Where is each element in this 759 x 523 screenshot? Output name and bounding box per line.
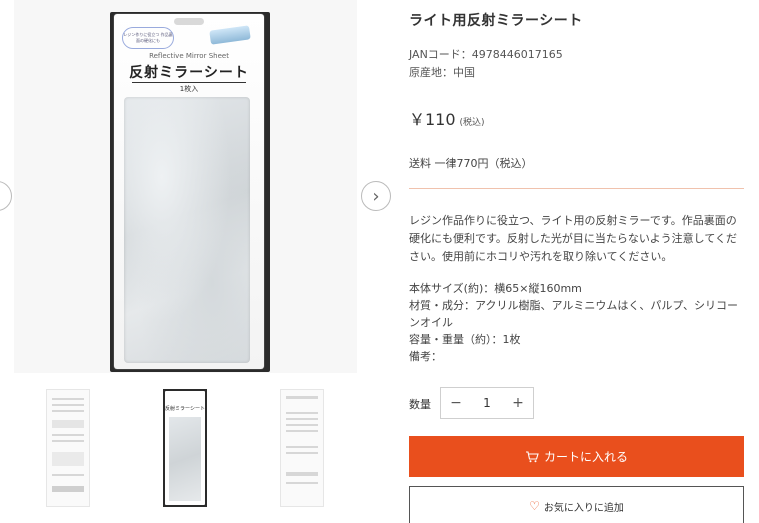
chevron-left-icon: ‹ — [0, 186, 1, 207]
section-divider — [409, 188, 744, 189]
package-title: 反射ミラーシート — [129, 65, 249, 81]
add-to-favorites-button[interactable]: ♡ お気に入りに追加 — [409, 486, 744, 523]
thumbnail-back[interactable] — [14, 385, 122, 510]
add-to-cart-label: カートに入れる — [543, 450, 628, 464]
thumbnail-back-image — [46, 388, 90, 507]
shipping-fee: 送料 一律770円（税込） — [409, 157, 533, 170]
quantity-value[interactable]: 1 — [471, 396, 503, 410]
product-price: ￥110 (税込) — [409, 106, 485, 130]
add-to-cart-button[interactable]: カートに入れる — [409, 436, 744, 477]
thumbnail-strip: 反射ミラーシート — [14, 385, 357, 510]
spec-material: 材質・成分：アクリル樹脂、アルミニウムはく、パルプ、シリコーンオイル — [409, 299, 739, 329]
thumbnail-front-image: 反射ミラーシート — [163, 388, 207, 507]
thumbnail-instructions[interactable] — [248, 385, 356, 510]
resin-tube-illustration — [209, 25, 251, 45]
country-of-origin: 原産地：中国 — [409, 66, 475, 79]
price-value: ￥110 — [409, 110, 456, 129]
thumbnail-front-title: 反射ミラーシート — [165, 405, 205, 412]
quantity-stepper: − 1 + — [440, 387, 534, 419]
spec-capacity: 容量・重量（約）：1枚 — [409, 333, 521, 346]
product-page: レジン作りに役立つ 作品裏面の硬化にも Reflective Mirror Sh… — [0, 0, 759, 523]
jan-code: JANコード：4978446017165 — [409, 48, 563, 61]
thumbnail-front[interactable]: 反射ミラーシート — [131, 385, 239, 510]
chevron-right-icon: › — [372, 185, 380, 207]
spec-size: 本体サイズ(約)：横65×縦160mm — [409, 282, 582, 295]
package: レジン作りに役立つ 作品裏面の硬化にも Reflective Mirror Sh… — [114, 14, 264, 369]
product-description: レジン作品作りに役立つ、ライト用の反射ミラーです。作品裏面の硬化にも便利です。反… — [409, 214, 738, 263]
mirror-sheet — [124, 97, 250, 363]
heart-icon: ♡ — [529, 499, 540, 513]
package-note: レジン作りに役立つ 作品裏面の硬化にも — [122, 27, 174, 49]
main-product-image: レジン作りに役立つ 作品裏面の硬化にも Reflective Mirror Sh… — [14, 0, 357, 373]
next-image-button[interactable]: › — [361, 181, 391, 211]
package-rule — [132, 82, 246, 83]
hang-hole — [174, 18, 204, 25]
quantity-decrease-button[interactable]: − — [441, 395, 471, 411]
price-tax-note: (税込) — [459, 118, 485, 128]
add-to-favorites-label: お気に入りに追加 — [543, 502, 624, 514]
quantity-label: 数量 — [409, 398, 431, 411]
thumbnail-instructions-image — [280, 388, 324, 507]
product-specs: 本体サイズ(約)：横65×縦160mm 材質・成分：アクリル樹脂、アルミニウムは… — [409, 280, 744, 365]
spec-remarks: 備考： — [409, 350, 442, 363]
package-subtitle: Reflective Mirror Sheet — [149, 52, 229, 60]
product-title: ライト用反射ミラーシート — [409, 13, 583, 29]
cart-icon — [525, 450, 539, 463]
prev-image-button[interactable]: ‹ — [0, 181, 12, 211]
quantity-increase-button[interactable]: + — [503, 395, 533, 411]
package-count: 1枚入 — [179, 85, 199, 93]
